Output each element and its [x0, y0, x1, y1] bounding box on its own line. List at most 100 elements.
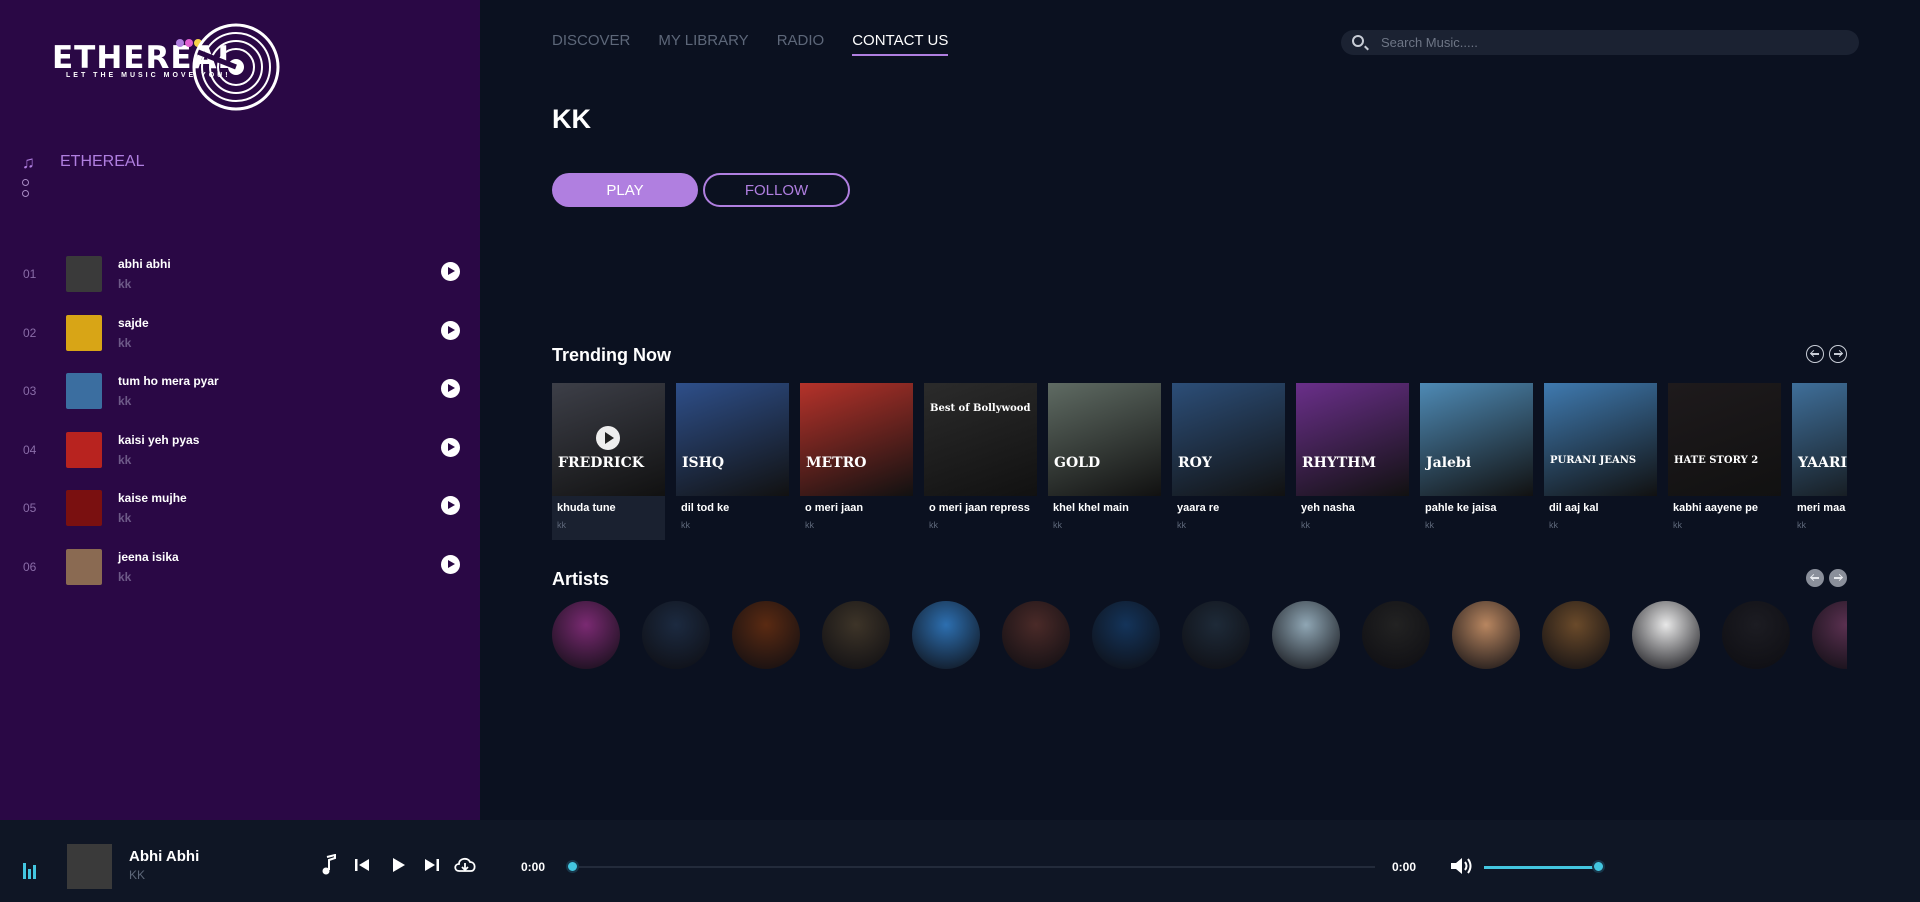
arrowhead: [1809, 349, 1818, 357]
search-input[interactable]: [1381, 33, 1841, 52]
trending-card[interactable]: RHYTHM yeh nasha kk: [1296, 383, 1409, 540]
trending-carousel: FREDRICK khuda tune kk ISHQ dil tod ke kk METR…: [552, 383, 1847, 541]
song-thumbnail: [66, 431, 102, 468]
play-icon[interactable]: [441, 437, 460, 457]
arrow-right-icon[interactable]: [1829, 345, 1847, 363]
search-bar[interactable]: [1341, 30, 1859, 55]
card-artist: kk: [1053, 520, 1062, 530]
artist-avatar[interactable]: [732, 601, 800, 669]
play-icon[interactable]: [441, 262, 460, 281]
artists-title: Artists: [552, 569, 610, 589]
artist-avatar[interactable]: [912, 601, 980, 669]
play-icon[interactable]: [441, 496, 460, 516]
volume-knob[interactable]: [1592, 860, 1605, 873]
cover-label: HATE STORY 2: [1674, 455, 1759, 466]
cover-label: Best of Bollywood: [930, 403, 1031, 414]
song-row[interactable]: 03 tum ho mera pyar kk: [0, 369, 480, 428]
artist-avatar[interactable]: [1452, 601, 1520, 669]
artist-avatar[interactable]: [642, 601, 710, 669]
dot: [22, 179, 29, 186]
music-note-icon: ♫: [22, 153, 35, 172]
nav-contact-us[interactable]: CONTACT US: [852, 32, 949, 56]
eq-bar: [28, 869, 31, 879]
trending-card[interactable]: FREDRICK khuda tune kk: [552, 383, 665, 540]
song-row[interactable]: 04 kaisi yeh pyas kk: [0, 428, 480, 487]
play-icon[interactable]: [390, 857, 406, 873]
progress-track[interactable]: [566, 860, 1375, 873]
trending-card[interactable]: Jalebi pahle ke jaisa kk: [1420, 383, 1533, 540]
artist-avatar[interactable]: [1632, 601, 1700, 669]
card-artist: kk: [929, 520, 938, 530]
play-icon[interactable]: [441, 320, 460, 340]
artist-avatar[interactable]: [1182, 601, 1250, 669]
nav-discover[interactable]: DISCOVER: [552, 32, 630, 56]
artist-avatar[interactable]: [1092, 601, 1160, 669]
song-row[interactable]: 01 abhi abhi kk: [0, 252, 480, 311]
trending-card[interactable]: Best of Bollywood o meri jaan repress kk: [924, 383, 1037, 540]
artist-avatar[interactable]: [1542, 601, 1610, 669]
card-title: pahle ke jaisa: [1425, 502, 1497, 514]
equalizer-icon[interactable]: [23, 861, 36, 879]
progress-knob[interactable]: [566, 860, 579, 873]
card-artist: kk: [1673, 520, 1682, 530]
trending-card[interactable]: GOLD khel khel main kk: [1048, 383, 1161, 540]
artist-avatar[interactable]: [1722, 601, 1790, 669]
artist-avatar[interactable]: [1002, 601, 1070, 669]
artist-avatar[interactable]: [1812, 601, 1847, 669]
song-thumbnail: [66, 548, 102, 585]
sidebar-section-label[interactable]: ETHEREAL: [60, 153, 144, 171]
player-bar: Abhi Abhi KK 0:00 0:00: [0, 820, 1920, 902]
arrow-right-icon[interactable]: [1829, 569, 1847, 587]
cover-label: FREDRICK: [558, 455, 644, 471]
play-icon[interactable]: [441, 379, 460, 399]
now-playing-thumb: [67, 844, 112, 889]
arrowhead: [1835, 573, 1844, 581]
artist-avatar[interactable]: [552, 601, 620, 669]
eq-bar: [33, 865, 36, 879]
nav-my-library[interactable]: MY LIBRARY: [658, 32, 748, 56]
artists-arrows: [1806, 569, 1847, 587]
song-thumbnail: [66, 256, 102, 292]
album-cover: METRO: [800, 383, 913, 496]
song-number: 03: [23, 384, 37, 399]
brand-logo[interactable]: ETHEREAL LET THE MUSIC MOVE YOU!: [52, 22, 282, 112]
sidebar-dots-icon[interactable]: [22, 179, 29, 201]
follow-button[interactable]: FOLLOW: [703, 173, 850, 207]
trending-card[interactable]: ROY yaara re kk: [1172, 383, 1285, 540]
volume-icon[interactable]: [1450, 856, 1474, 876]
song-artist: kk: [118, 569, 132, 584]
cover-label: METRO: [806, 455, 867, 471]
cover-label: PURANI JEANS: [1550, 455, 1637, 466]
arrow-left-icon[interactable]: [1806, 569, 1824, 587]
volume-slider[interactable]: [1484, 860, 1605, 873]
artist-avatar[interactable]: [822, 601, 890, 669]
song-row[interactable]: 05 kaise mujhe kk: [0, 486, 480, 545]
download-icon[interactable]: [453, 855, 477, 875]
play-icon[interactable]: [596, 426, 620, 450]
nav-radio[interactable]: RADIO: [777, 32, 825, 56]
now-playing-title: Abhi Abhi: [129, 848, 200, 865]
trending-card[interactable]: YAARIYAN meri maa kk: [1792, 383, 1847, 540]
next-icon[interactable]: [424, 857, 440, 873]
play-button[interactable]: PLAY: [552, 173, 698, 207]
cover-label: ROY: [1178, 455, 1212, 471]
arrow-left-icon[interactable]: [1806, 345, 1824, 363]
trending-arrows: [1806, 345, 1847, 363]
song-row[interactable]: 02 sajde kk: [0, 311, 480, 370]
trending-card[interactable]: HATE STORY 2 kabhi aayene pe kk: [1668, 383, 1781, 540]
play-icon[interactable]: [441, 554, 460, 574]
album-cover: Best of Bollywood: [924, 383, 1037, 496]
song-thumbnail: [66, 490, 102, 527]
song-row[interactable]: 06 jeena isika kk: [0, 545, 480, 604]
music-note-icon[interactable]: [321, 854, 337, 876]
trending-card[interactable]: METRO o meri jaan kk: [800, 383, 913, 540]
artist-avatar[interactable]: [1272, 601, 1340, 669]
song-artist: kk: [118, 335, 132, 350]
song-number: 01: [23, 267, 37, 281]
card-artist: kk: [681, 520, 690, 530]
trending-card[interactable]: ISHQ dil tod ke kk: [676, 383, 789, 540]
song-title: abhi abhi: [118, 257, 171, 271]
previous-icon[interactable]: [354, 857, 370, 873]
artist-avatar[interactable]: [1362, 601, 1430, 669]
trending-card[interactable]: PURANI JEANS dil aaj kal kk: [1544, 383, 1657, 540]
